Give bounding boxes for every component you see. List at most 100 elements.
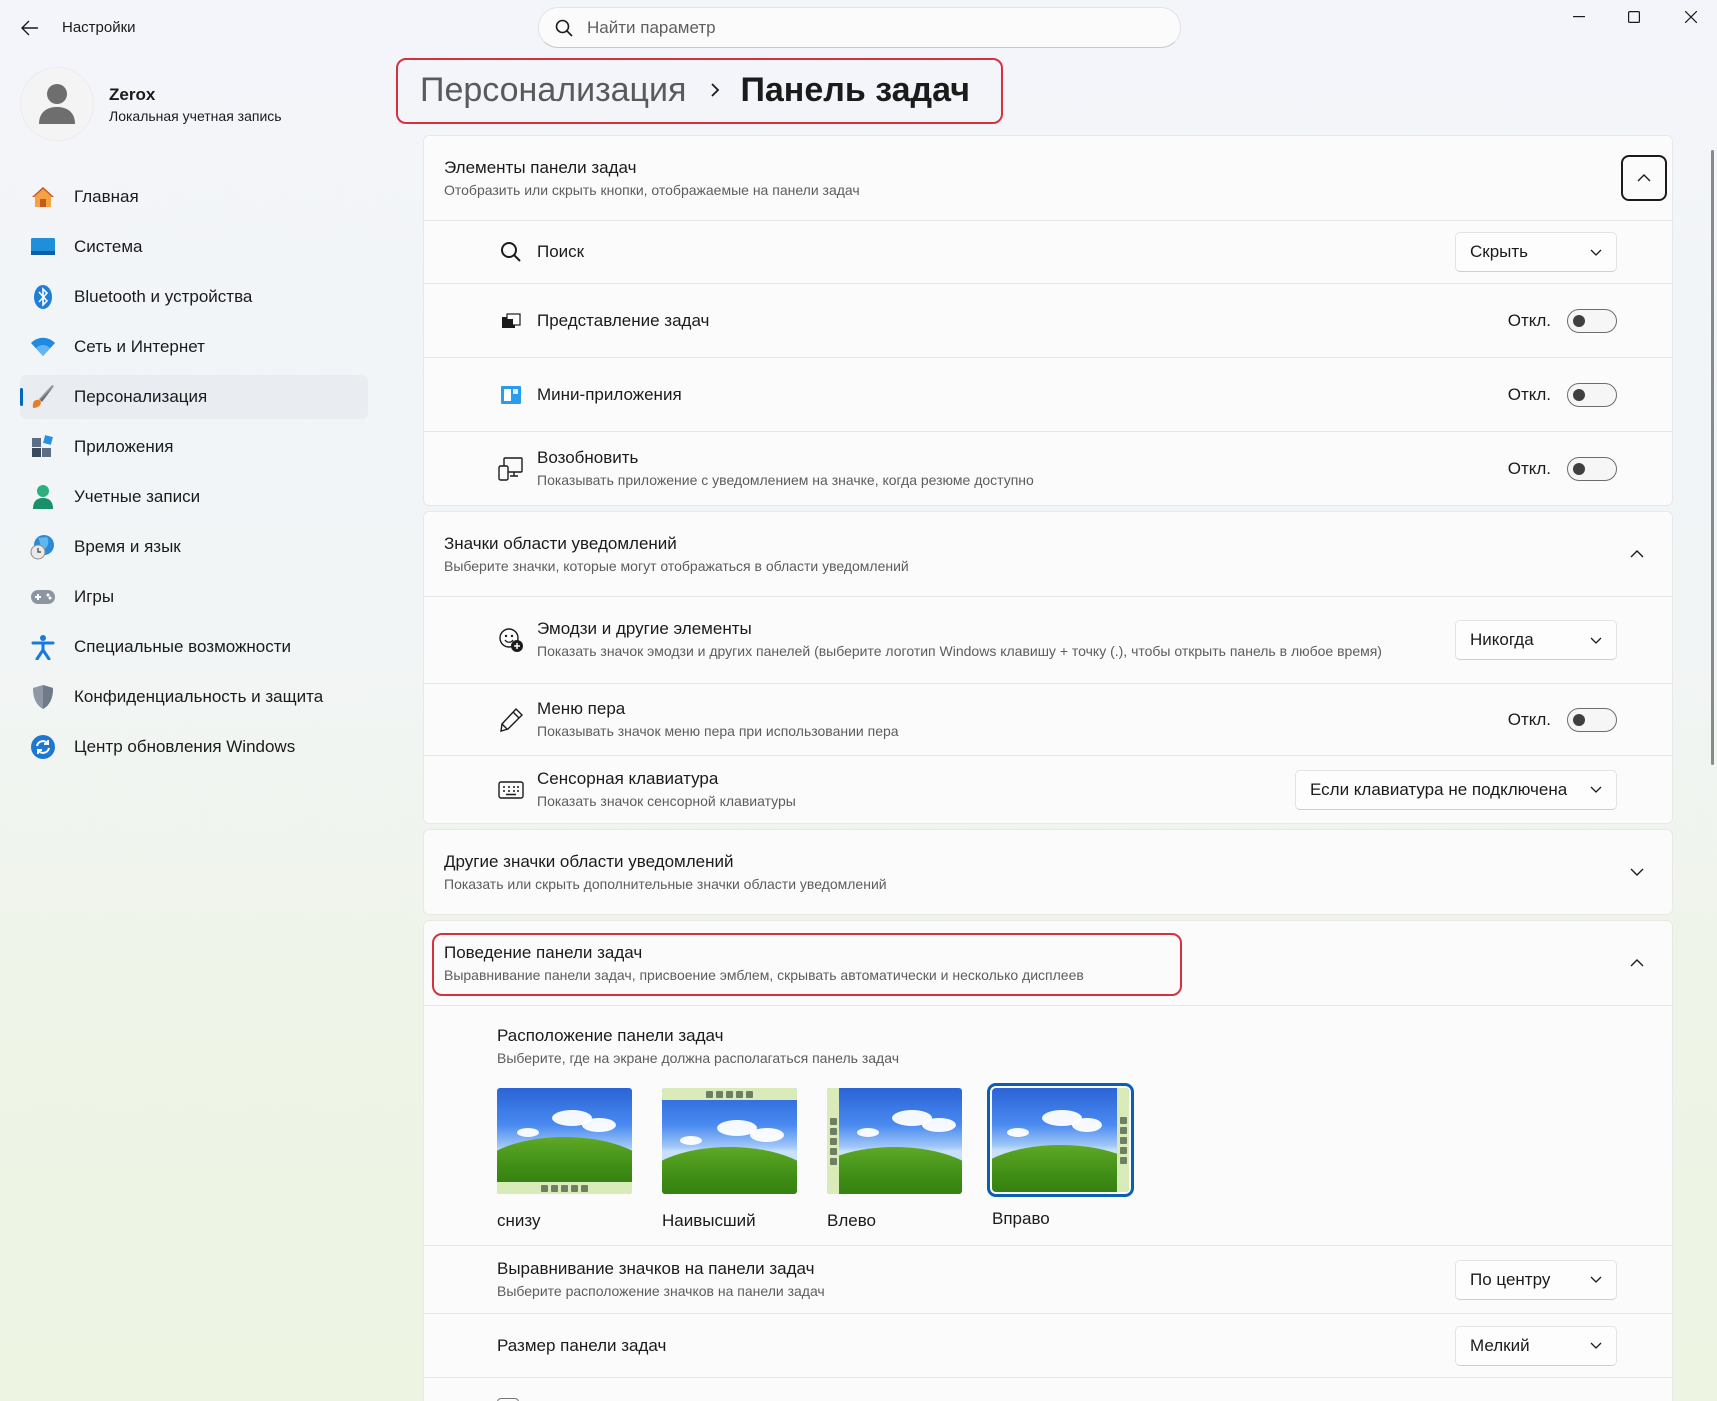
sidebar-item-personalization[interactable]: Персонализация [20, 375, 368, 419]
wifi-icon [30, 334, 56, 360]
emoji-visibility-dropdown[interactable]: Никогда [1455, 620, 1617, 660]
tray-icons-card: Значки области уведомлений Выберите знач… [423, 511, 1673, 824]
setting-title: Поиск [537, 242, 585, 261]
location-label: Влево [827, 1211, 877, 1230]
setting-row-task-view: Представление задач Откл. [424, 283, 1672, 357]
scrollbar-thumb[interactable] [1711, 150, 1714, 765]
settings-content: Элементы панели задач Отобразить или скр… [423, 135, 1673, 1401]
pen-menu-toggle[interactable] [1567, 707, 1617, 732]
search-icon [555, 19, 573, 37]
toggle-state-label: Откл. [1507, 709, 1551, 729]
other-tray-icons-card: Другие значки области уведомлений Показа… [423, 829, 1673, 915]
app-title: Настройки [62, 19, 136, 36]
resume-toggle[interactable] [1567, 456, 1617, 481]
setting-title: Меню пера [537, 698, 626, 718]
location-label: Вправо [992, 1209, 1050, 1228]
taskbar-items-header[interactable]: Элементы панели задач Отобразить или скр… [424, 136, 1672, 220]
location-preview-left[interactable] [827, 1088, 962, 1194]
user-profile[interactable]: Zerox Локальная учетная запись [20, 67, 360, 143]
setting-row-widgets: Мини-приложения Откл. [424, 357, 1672, 431]
update-icon [30, 734, 56, 760]
sidebar-item-privacy[interactable]: Конфиденциальность и защита [20, 675, 368, 719]
search-input[interactable] [587, 17, 1147, 38]
brush-icon [30, 384, 56, 410]
setting-description: Выберите расположение значков на панели … [497, 1282, 825, 1299]
collapse-button[interactable] [1622, 948, 1652, 978]
resume-devices-icon [498, 456, 524, 482]
globe-clock-icon [30, 534, 56, 560]
section-title: Другие значки области уведомлений [444, 852, 734, 871]
arrow-left-icon [21, 20, 38, 36]
chevron-up-icon [1630, 959, 1644, 967]
location-option-top[interactable]: Наивысший [662, 1088, 827, 1231]
sidebar-item-system[interactable]: Система [20, 225, 368, 269]
home-icon [30, 184, 56, 210]
location-option-right[interactable]: Вправо [987, 1083, 1157, 1231]
icon-alignment-dropdown[interactable]: По центру [1455, 1259, 1617, 1300]
sidebar-item-label: Приложения [74, 437, 174, 456]
section-title: Значки области уведомлений [444, 534, 677, 553]
maximize-button[interactable] [1605, 0, 1662, 34]
sidebar-item-windows-update[interactable]: Центр обновления Windows [20, 725, 368, 769]
taskbar-location-section: Расположение панели задач Выберите, где … [424, 1005, 1672, 1245]
sidebar-item-accounts[interactable]: Учетные записи [20, 475, 368, 519]
sidebar-item-bluetooth[interactable]: Bluetooth и устройства [20, 275, 368, 319]
setting-title: Сенсорная клавиатура [537, 768, 719, 788]
sidebar-item-label: Игры [74, 587, 115, 606]
setting-description: Показывать приложение с уведомлением на … [537, 471, 1034, 488]
system-icon [30, 234, 56, 260]
setting-description: Показывать значок меню пера при использо… [537, 722, 899, 739]
dropdown-value: По центру [1470, 1269, 1551, 1289]
setting-row-pen-menu: Меню пера Показывать значок меню пера пр… [424, 683, 1672, 755]
minimize-button[interactable] [1550, 0, 1607, 34]
location-option-bottom[interactable]: снизу [497, 1088, 662, 1231]
taskbar-items-card: Элементы панели задач Отобразить или скр… [423, 135, 1673, 506]
section-title: Элементы панели задач [444, 158, 637, 177]
setting-row-touch-keyboard: Сенсорная клавиатура Показать значок сен… [424, 755, 1672, 823]
location-label: снизу [497, 1211, 541, 1230]
title-bar: Настройки [0, 0, 1717, 56]
pen-icon [498, 707, 524, 733]
widgets-toggle[interactable] [1567, 382, 1617, 407]
sidebar-item-home[interactable]: Главная [20, 175, 368, 219]
setting-row-partial [424, 1377, 1672, 1401]
sidebar-item-network[interactable]: Сеть и Интернет [20, 325, 368, 369]
location-preview-bottom[interactable] [497, 1088, 632, 1194]
chevron-down-icon [1590, 249, 1602, 256]
shield-icon [30, 684, 56, 710]
tray-icons-header[interactable]: Значки области уведомлений Выберите знач… [424, 512, 1672, 596]
section-description: Отобразить или скрыть кнопки, отображаем… [444, 182, 860, 198]
highlight-annotation [396, 58, 1003, 124]
location-preview-top[interactable] [662, 1088, 797, 1194]
taskbar-size-dropdown[interactable]: Мелкий [1455, 1325, 1617, 1366]
chevron-down-icon [1590, 1276, 1602, 1283]
setting-title: Представление задач [537, 310, 710, 330]
task-view-toggle[interactable] [1567, 308, 1617, 333]
widgets-icon [498, 382, 524, 408]
apps-icon [30, 434, 56, 460]
sidebar-item-accessibility[interactable]: Специальные возможности [20, 625, 368, 669]
location-option-left[interactable]: Влево [827, 1088, 992, 1231]
sidebar-item-apps[interactable]: Приложения [20, 425, 368, 469]
gamepad-icon [30, 584, 56, 610]
chevron-up-icon [1630, 550, 1644, 558]
other-tray-icons-header[interactable]: Другие значки области уведомлений Показа… [424, 830, 1672, 914]
touch-keyboard-dropdown[interactable]: Если клавиатура не подключена [1295, 769, 1617, 810]
setting-row-taskbar-size: Размер панели задач Мелкий [424, 1313, 1672, 1377]
collapse-button[interactable] [1621, 155, 1667, 201]
emoji-icon [498, 627, 524, 653]
keyboard-icon [498, 777, 524, 803]
location-preview-right[interactable] [987, 1083, 1134, 1197]
search-box[interactable] [538, 7, 1181, 48]
search-mode-dropdown[interactable]: Скрыть [1455, 232, 1617, 272]
sidebar-item-label: Система [74, 237, 143, 256]
sidebar-item-gaming[interactable]: Игры [20, 575, 368, 619]
collapse-button[interactable] [1622, 539, 1652, 569]
back-button[interactable] [14, 12, 46, 44]
chevron-down-icon [1590, 1342, 1602, 1349]
expand-button[interactable] [1622, 857, 1652, 887]
sidebar-item-time-language[interactable]: Время и язык [20, 525, 368, 569]
maximize-icon [1627, 11, 1640, 23]
close-button[interactable] [1662, 0, 1717, 34]
setting-title: Мини-приложения [537, 384, 682, 404]
